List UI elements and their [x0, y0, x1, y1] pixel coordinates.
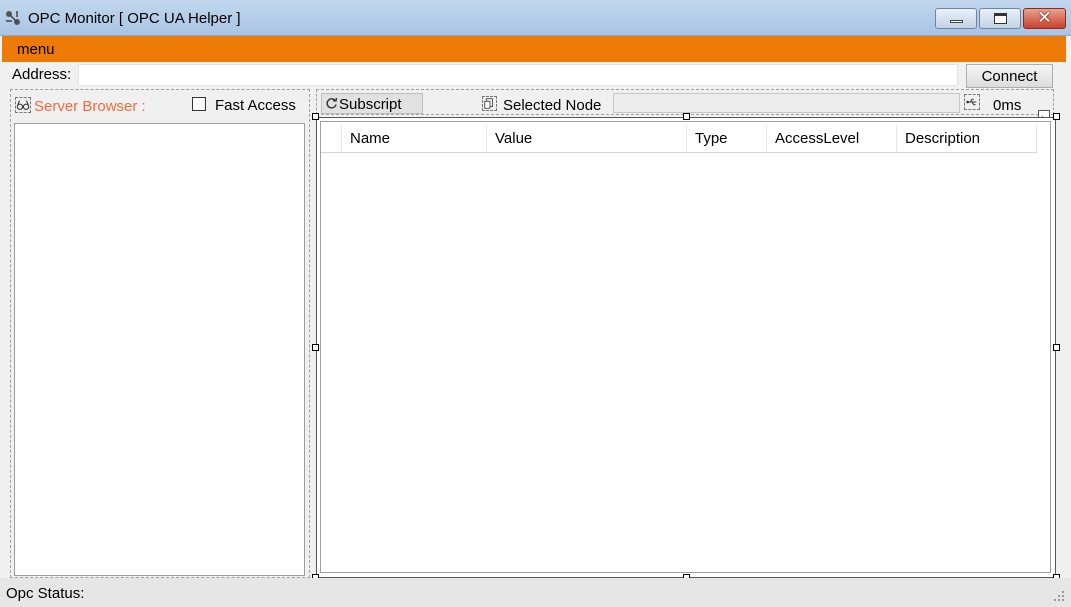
- title-bar[interactable]: OPC Monitor [ OPC UA Helper ] ✕: [0, 0, 1071, 36]
- subscript-button[interactable]: Subscript: [321, 93, 423, 114]
- column-header-value[interactable]: Value: [487, 125, 687, 152]
- grid-header: Name Value Type AccessLevel Description: [321, 125, 1037, 153]
- server-browser-label: Server Browser :: [34, 98, 146, 115]
- close-button[interactable]: ✕: [1023, 8, 1066, 29]
- selected-node-label: Selected Node: [503, 97, 602, 114]
- row-header-column: [321, 125, 342, 152]
- node-toolbar: Subscript Selected Node 0ms: [316, 89, 1054, 115]
- menu-item-menu[interactable]: menu: [17, 41, 55, 58]
- status-bar: Opc Status:: [0, 578, 1071, 607]
- resize-handle[interactable]: [683, 113, 690, 120]
- server-tree-view[interactable]: [14, 123, 305, 576]
- resize-handle[interactable]: [1053, 113, 1060, 120]
- minimize-button[interactable]: [935, 8, 977, 29]
- column-header-type[interactable]: Type: [687, 125, 767, 152]
- column-header-name[interactable]: Name: [342, 125, 487, 152]
- resize-handle[interactable]: [312, 113, 319, 120]
- connect-button[interactable]: Connect: [966, 64, 1053, 88]
- selected-node-field[interactable]: [613, 93, 960, 113]
- main-window: OPC Monitor [ OPC UA Helper ] ✕ menu Add…: [0, 0, 1071, 607]
- address-label: Address:: [12, 66, 72, 83]
- fast-access-label[interactable]: Fast Access: [215, 97, 296, 114]
- close-icon: ✕: [1037, 8, 1052, 28]
- resize-grip-icon[interactable]: [1052, 589, 1066, 603]
- node-icon: [482, 96, 497, 111]
- address-input[interactable]: [78, 64, 958, 86]
- subscript-label: Subscript: [339, 96, 402, 113]
- opc-status-label: Opc Status:: [6, 585, 85, 602]
- server-browser-panel: Server Browser : Fast Access: [10, 89, 310, 578]
- resize-handle[interactable]: [1053, 344, 1060, 351]
- grid-inner: Name Value Type AccessLevel Description: [320, 121, 1051, 573]
- node-data-grid[interactable]: Name Value Type AccessLevel Description: [316, 117, 1056, 578]
- resize-handle[interactable]: [312, 344, 319, 351]
- opc-network-icon: [6, 11, 20, 25]
- menu-bar: menu: [2, 36, 1066, 62]
- window-title: OPC Monitor [ OPC UA Helper ]: [28, 10, 241, 27]
- column-header-description[interactable]: Description: [897, 125, 1037, 152]
- refresh-icon: [326, 97, 338, 109]
- fast-access-checkbox[interactable]: [192, 97, 206, 111]
- glasses-icon: [15, 97, 31, 113]
- usb-icon: [964, 94, 980, 110]
- interval-label: 0ms: [993, 97, 1022, 114]
- column-header-access-level[interactable]: AccessLevel: [767, 125, 897, 152]
- maximize-button[interactable]: [979, 8, 1021, 29]
